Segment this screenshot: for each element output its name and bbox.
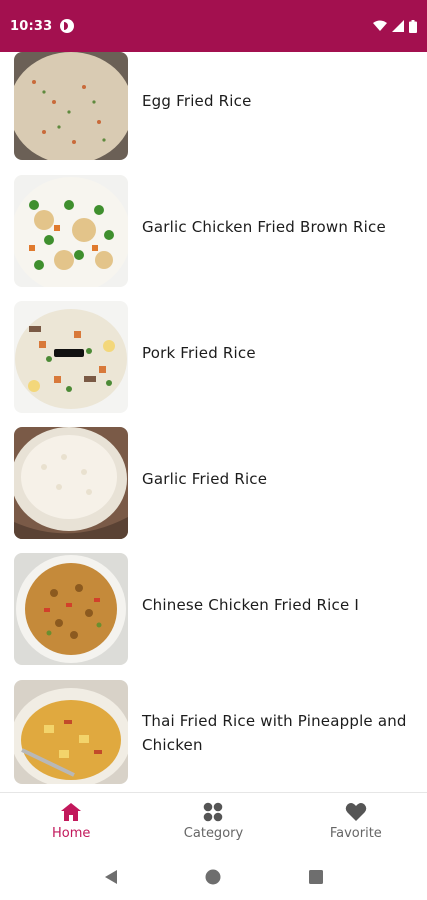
home-icon bbox=[61, 803, 82, 821]
recipe-title[interactable]: Garlic Chicken Fried Brown Rice bbox=[142, 215, 412, 239]
recipe-image bbox=[14, 175, 128, 287]
recipe-item[interactable]: Chinese Chicken Fried Rice I bbox=[0, 553, 427, 665]
status-bar: 10:33 bbox=[0, 0, 427, 52]
status-time: 10:33 bbox=[10, 18, 53, 34]
recipe-title[interactable]: Garlic Fried Rice bbox=[142, 467, 412, 491]
system-navigation-bar bbox=[0, 854, 427, 900]
recipe-title[interactable]: Egg Fried Rice bbox=[142, 89, 412, 113]
cellular-icon bbox=[392, 20, 404, 32]
recipe-title[interactable]: Chinese Chicken Fried Rice I bbox=[142, 593, 412, 617]
nav-favorite[interactable]: Favorite bbox=[285, 793, 427, 854]
recipe-list[interactable]: Egg Fried Rice Garlic Chicken Fried Brow… bbox=[0, 52, 427, 792]
recipe-image bbox=[14, 553, 128, 665]
back-icon[interactable] bbox=[104, 869, 118, 885]
grid-icon bbox=[204, 802, 223, 822]
nav-home[interactable]: Home bbox=[0, 793, 142, 854]
wifi-icon bbox=[373, 20, 387, 31]
recipe-item[interactable]: Pork Fried Rice bbox=[0, 301, 427, 413]
nav-home-label: Home bbox=[51, 826, 91, 841]
nav-favorite-label: Favorite bbox=[329, 826, 382, 841]
recipe-image bbox=[14, 301, 128, 413]
recipe-item[interactable]: Garlic Fried Rice bbox=[0, 427, 427, 539]
recipe-title[interactable]: Pork Fried Rice bbox=[142, 341, 412, 365]
nav-category-label: Category bbox=[183, 826, 244, 841]
recents-icon[interactable] bbox=[309, 870, 324, 884]
nav-category[interactable]: Category bbox=[142, 793, 284, 854]
recipe-image bbox=[14, 427, 128, 539]
recipe-title[interactable]: Thai Fried Rice with Pineapple and Chick… bbox=[142, 709, 412, 757]
recipe-item[interactable]: Garlic Chicken Fried Brown Rice bbox=[0, 175, 427, 287]
recipe-image bbox=[14, 52, 128, 160]
recipe-image bbox=[14, 680, 128, 784]
app-notification-icon bbox=[60, 19, 75, 33]
recipe-item[interactable]: Egg Fried Rice bbox=[0, 52, 427, 164]
battery-icon bbox=[409, 19, 417, 33]
status-icons bbox=[373, 19, 417, 33]
recipe-item[interactable]: Thai Fried Rice with Pineapple and Chick… bbox=[0, 680, 427, 792]
home-circle-icon[interactable] bbox=[205, 869, 221, 885]
bottom-navigation: Home Category Favorite bbox=[0, 792, 427, 854]
heart-icon bbox=[345, 803, 367, 821]
